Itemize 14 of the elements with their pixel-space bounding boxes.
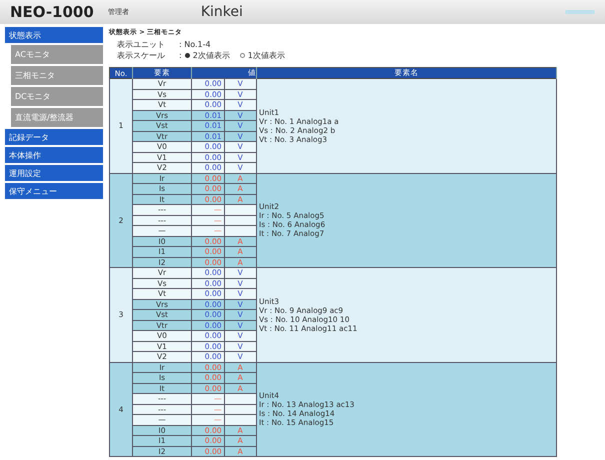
menu-item[interactable]: 記録データ bbox=[5, 129, 103, 145]
setting-label: 表示ユニット bbox=[117, 39, 166, 50]
product-name: NEO-1000 bbox=[10, 3, 94, 21]
radio-option[interactable]: 1次値表示 bbox=[240, 50, 285, 61]
menu-item[interactable]: 状態表示 bbox=[5, 27, 103, 43]
menu-item[interactable]: 運用設定 bbox=[5, 165, 103, 181]
separator: : bbox=[179, 51, 182, 60]
company-name: Kinkei bbox=[200, 4, 243, 20]
setting-value: : No.1-4 bbox=[179, 40, 211, 49]
setting-label: 表示スケール bbox=[117, 50, 166, 61]
logo-icon bbox=[565, 7, 595, 17]
menu-item[interactable]: 本体操作 bbox=[5, 147, 103, 163]
menu-item[interactable]: 保守メニュー bbox=[5, 183, 103, 199]
radio-option[interactable]: 2次値表示 bbox=[184, 50, 230, 61]
